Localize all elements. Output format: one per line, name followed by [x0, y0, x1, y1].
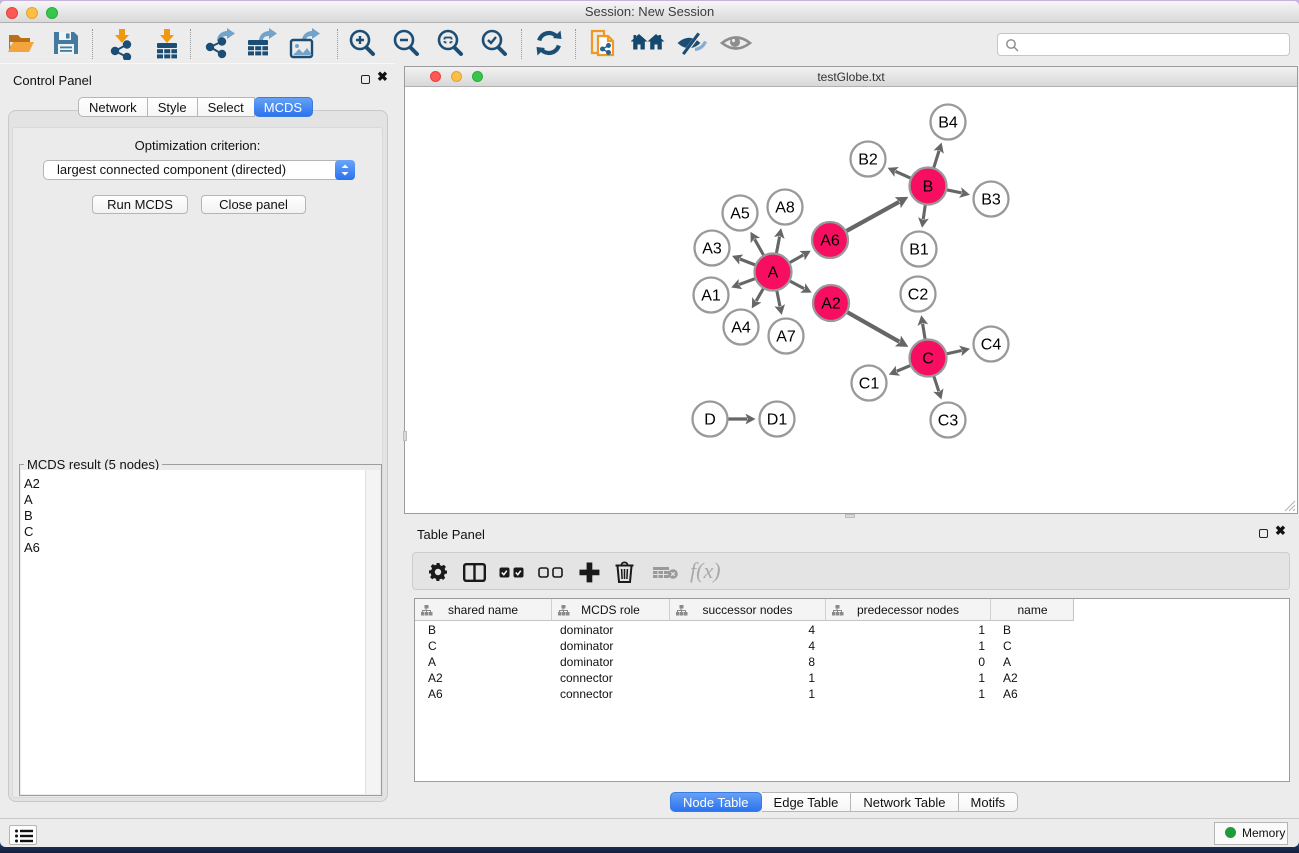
svg-text:B1: B1	[909, 242, 929, 259]
svg-text:A5: A5	[730, 206, 750, 223]
svg-text:A: A	[768, 265, 779, 282]
svg-text:D: D	[704, 412, 716, 429]
svg-text:B3: B3	[981, 192, 1001, 209]
svg-text:D1: D1	[767, 412, 788, 429]
svg-text:C3: C3	[938, 413, 959, 430]
svg-text:A2: A2	[821, 296, 841, 313]
svg-text:A6: A6	[820, 233, 840, 250]
svg-text:C2: C2	[908, 287, 929, 304]
svg-text:A3: A3	[702, 241, 722, 258]
svg-text:C4: C4	[981, 337, 1002, 354]
svg-text:A1: A1	[701, 288, 721, 305]
svg-text:A4: A4	[731, 320, 751, 337]
svg-text:A7: A7	[776, 329, 796, 346]
svg-text:B2: B2	[858, 152, 878, 169]
svg-text:C: C	[922, 351, 934, 368]
svg-text:B4: B4	[938, 115, 958, 132]
svg-text:B: B	[923, 179, 934, 196]
svg-text:C1: C1	[859, 376, 880, 393]
svg-text:A8: A8	[775, 200, 795, 217]
